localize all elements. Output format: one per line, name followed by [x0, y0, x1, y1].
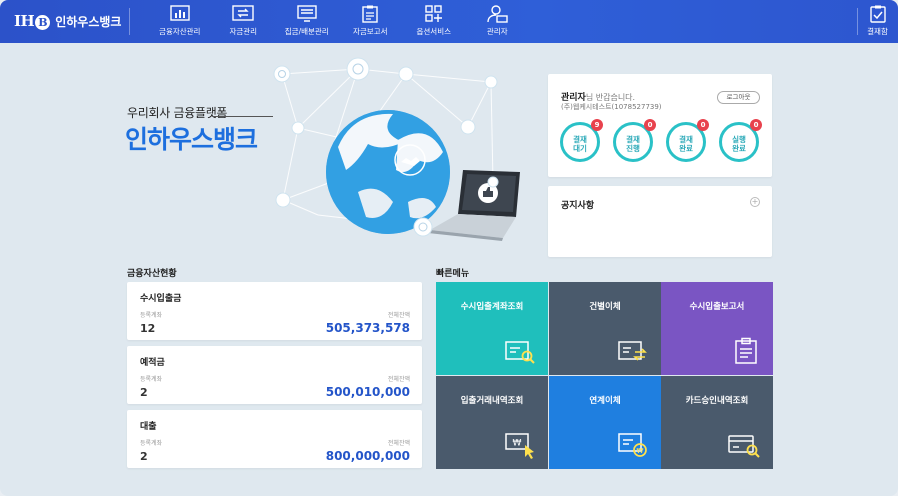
status-pending[interactable]: 결재 대기 9	[560, 119, 603, 162]
greeting-text: 님 반갑습니다.	[585, 93, 636, 102]
asset-card-savings[interactable]: 예적금 등록계좌 2 전체잔액 500,010,000	[127, 346, 422, 404]
tile-label: 입출거래내역조회	[460, 396, 524, 406]
quick-tile-single-transfer[interactable]: 건별이체	[549, 282, 661, 375]
account-count: 2	[140, 386, 148, 399]
balance-value: 800,000,000	[325, 449, 410, 463]
won-click-icon: ₩	[505, 433, 534, 459]
hero-subtitle: 우리회사 금융플랫폼	[127, 106, 228, 120]
tile-label: 카드승인내역조회	[685, 396, 749, 406]
status-in-progress[interactable]: 결재 진행 0	[613, 119, 656, 162]
monitor-icon	[297, 5, 317, 22]
quick-tile-transaction-inquiry[interactable]: 입출거래내역조회 ₩	[436, 376, 548, 469]
quick-menu-grid: 수시입출계좌조회 건별이체 수시입출보고서 입출거래내역조회 ₩ 연계이체 ₩ …	[436, 282, 773, 469]
notice-title: 공지사항	[561, 201, 595, 211]
approval-label: 결재함	[867, 27, 888, 36]
svg-text:₩: ₩	[513, 439, 522, 449]
globe-network-illustration	[273, 57, 520, 241]
tile-label: 연계이체	[589, 396, 621, 406]
tile-label: 수시입출보고서	[689, 302, 745, 312]
nav-admin[interactable]: 관리자	[466, 0, 530, 43]
admin-profile-card: 관리자님 반갑습니다. (주)웹케시테스트(1078527739) 로그아웃 결…	[548, 74, 772, 177]
account-search-icon	[505, 341, 535, 364]
nav-fund-report[interactable]: 자금보고서	[339, 0, 403, 43]
assets-section-title: 금융자산현황	[127, 269, 177, 279]
main-nav: 금융자산관리 자금관리 집금/배분관리 자금보고서 옵션서비스 관리자	[148, 0, 529, 43]
asset-name: 대출	[140, 422, 157, 432]
nav-label: 관리자	[486, 27, 508, 36]
single-transfer-icon	[618, 341, 647, 361]
admin-user-icon	[487, 5, 508, 23]
status-approved[interactable]: 결재 완료 0	[666, 119, 709, 162]
report-icon	[362, 5, 378, 23]
quick-tile-demand-report[interactable]: 수시입출보고서	[661, 282, 773, 375]
transfer-icon	[232, 5, 254, 21]
count-badge: 0	[697, 119, 709, 131]
approval-check-icon	[869, 5, 886, 23]
balance-label: 전체잔액	[387, 440, 410, 447]
nav-label: 자금관리	[229, 27, 258, 36]
approval-box-button[interactable]: 결재함	[857, 0, 898, 43]
logout-button[interactable]: 로그아웃	[717, 91, 760, 104]
header-divider	[129, 8, 130, 35]
balance-label: 전체잔액	[387, 376, 410, 383]
tile-label: 건별이체	[589, 302, 621, 312]
account-count: 2	[140, 450, 148, 463]
logo-mark: IH B	[14, 12, 51, 30]
balance-label: 전체잔액	[387, 312, 410, 319]
nav-asset-management[interactable]: 금융자산관리	[148, 0, 212, 43]
hero-title: 인하우스뱅크	[125, 125, 258, 154]
quick-menu-title: 빠른메뉴	[436, 269, 470, 279]
company-name: (주)웹케시테스트(1078527739)	[561, 103, 662, 111]
count-badge: 0	[750, 119, 762, 131]
nav-label: 집금/배분관리	[284, 27, 329, 36]
tile-label: 수시입출계좌조회	[460, 302, 524, 312]
balance-value: 505,373,578	[325, 321, 410, 335]
account-count-label: 등록계좌	[140, 376, 163, 383]
notice-card: 공지사항 +	[548, 186, 772, 257]
account-count: 12	[140, 322, 156, 335]
asset-name: 수시입출금	[140, 294, 182, 304]
chart-board-icon	[170, 5, 190, 21]
account-count-label: 등록계좌	[140, 440, 163, 447]
nav-option-service[interactable]: 옵션서비스	[402, 0, 466, 43]
nav-fund-management[interactable]: 자금관리	[212, 0, 276, 43]
status-executed[interactable]: 실행 완료 0	[719, 119, 762, 162]
brand-logo[interactable]: IH B 인하우스뱅크	[14, 10, 121, 32]
brand-name: 인하우스뱅크	[55, 14, 122, 29]
asset-name: 예적금	[140, 358, 165, 368]
notice-more-plus-icon[interactable]: +	[750, 197, 760, 207]
count-badge: 0	[644, 119, 656, 131]
nav-label: 옵션서비스	[416, 27, 452, 36]
clipboard-report-icon	[735, 337, 757, 364]
nav-label: 자금보고서	[353, 27, 388, 36]
linked-transfer-icon: ₩	[618, 433, 647, 457]
count-badge: 9	[591, 119, 603, 131]
account-count-label: 등록계좌	[140, 312, 163, 319]
nav-label: 금융자산관리	[159, 27, 201, 36]
asset-card-loan[interactable]: 대출 등록계좌 2 전체잔액 800,000,000	[127, 410, 422, 468]
quick-tile-linked-transfer[interactable]: 연계이체 ₩	[549, 376, 661, 469]
quick-tile-card-approval-inquiry[interactable]: 카드승인내역조회	[661, 376, 773, 469]
quick-tile-account-inquiry[interactable]: 수시입출계좌조회	[436, 282, 548, 375]
asset-card-demand-deposit[interactable]: 수시입출금 등록계좌 12 전체잔액 505,373,578	[127, 282, 422, 340]
svg-text:₩: ₩	[637, 447, 644, 455]
top-navigation-bar: IH B 인하우스뱅크 금융자산관리 자금관리 집금/배분관리 자금보고서 옵션…	[0, 0, 898, 43]
balance-value: 500,010,000	[325, 385, 410, 399]
card-search-icon	[728, 435, 760, 458]
approval-status-row: 결재 대기 9 결재 진행 0 결재 완료 0 실행 완료 0	[560, 119, 765, 167]
nav-collection-distribution[interactable]: 집금/배분관리	[275, 0, 339, 43]
grid-plus-icon	[425, 5, 442, 22]
app-frame: IH B 인하우스뱅크 금융자산관리 자금관리 집금/배분관리 자금보고서 옵션…	[0, 0, 898, 496]
